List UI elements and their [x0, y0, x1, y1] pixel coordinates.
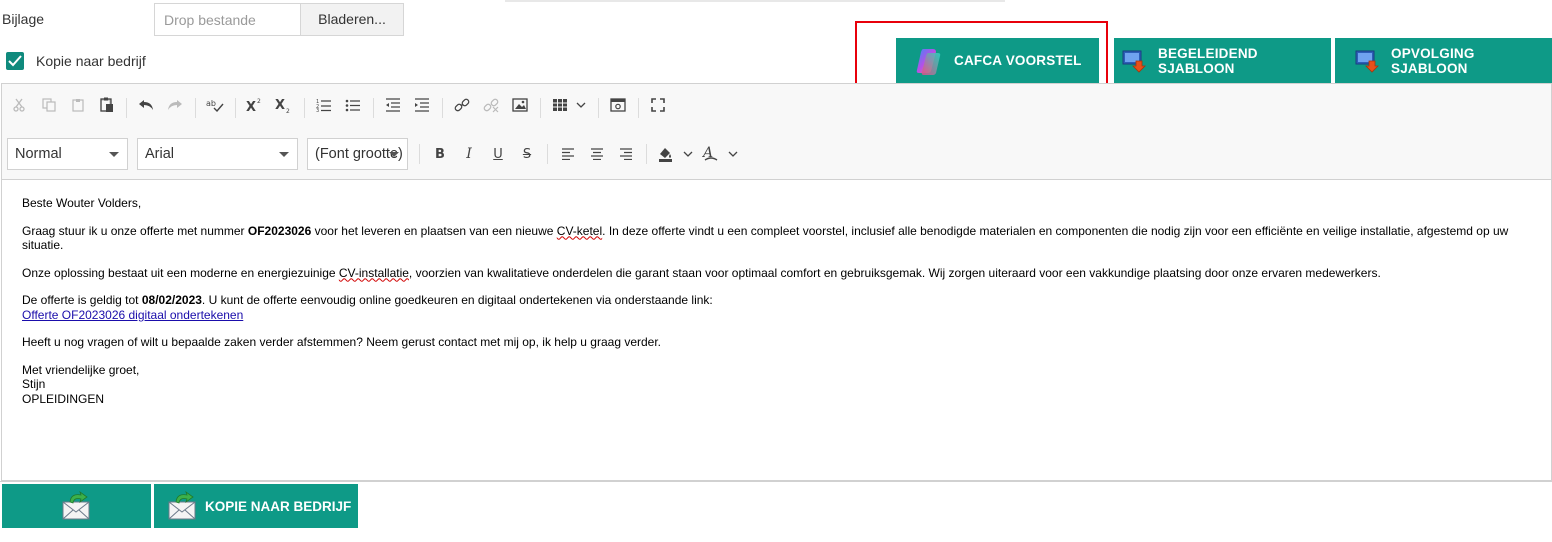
- toolbar-separator: [638, 98, 639, 118]
- editor-toolbar: ab X2 X2 123 Normal Arial (Font grootte)…: [2, 84, 1551, 180]
- chevron-down-icon: [279, 152, 289, 157]
- background-color-icon[interactable]: [655, 143, 677, 165]
- chevron-down-icon: [109, 152, 119, 157]
- align-right-icon[interactable]: [615, 143, 637, 165]
- toolbar-separator: [195, 98, 196, 118]
- subscript-icon[interactable]: X2: [273, 94, 295, 116]
- bulleted-list-icon[interactable]: [342, 94, 364, 116]
- copy-icon[interactable]: [38, 94, 60, 116]
- outdent-icon[interactable]: [382, 94, 404, 116]
- table-icon[interactable]: [549, 94, 571, 116]
- send-copy-company-button[interactable]: KOPIE NAAR BEDRIJF: [154, 484, 358, 528]
- signature: Met vriendelijke groet, Stijn OPLEIDINGEN: [22, 362, 140, 406]
- align-left-icon[interactable]: [557, 143, 579, 165]
- paste-word-icon[interactable]: [96, 94, 118, 116]
- toolbar-separator: [598, 98, 599, 118]
- chevron-down-icon: [389, 152, 399, 157]
- opvolging-sjabloon-button[interactable]: OPVOLGING SJABLOON: [1335, 38, 1552, 83]
- browse-button[interactable]: Bladeren...: [300, 3, 404, 36]
- svg-text:2: 2: [286, 108, 290, 113]
- toolbar-row-2: Normal Arial (Font grootte) B I U S A: [2, 138, 1551, 170]
- toolbar-separator: [540, 98, 541, 118]
- paragraph-validity: De offerte is geldig tot 08/02/2023. U k…: [22, 293, 713, 322]
- underline-icon[interactable]: U: [487, 143, 509, 165]
- font-family-select[interactable]: Arial: [137, 138, 298, 170]
- align-center-icon[interactable]: [586, 143, 608, 165]
- format-select[interactable]: Normal: [7, 138, 128, 170]
- svg-text:X: X: [275, 98, 285, 113]
- toolbar-separator: [304, 98, 305, 118]
- template-download-icon: [1355, 49, 1381, 73]
- chevron-down-icon[interactable]: [722, 143, 744, 165]
- toolbar-separator: [547, 144, 548, 164]
- strikethrough-icon[interactable]: S: [516, 143, 538, 165]
- send-mail-icon: [62, 491, 89, 520]
- copy-company-checkbox[interactable]: [6, 52, 24, 70]
- unlink-icon[interactable]: [480, 94, 502, 116]
- toolbar-separator: [419, 144, 420, 164]
- text-color-icon[interactable]: A: [700, 143, 722, 165]
- undo-icon[interactable]: [135, 94, 157, 116]
- paragraph-offer: Graag stuur ik u onze offerte met nummer…: [22, 223, 1509, 253]
- copy-company-label: Kopie naar bedrijf: [36, 53, 146, 69]
- paragraph-solution: Onze oplossing bestaat uit een moderne e…: [22, 265, 1381, 280]
- editor-content[interactable]: Beste Wouter Volders, Graag stuur ik u o…: [22, 196, 1532, 406]
- preview-icon[interactable]: [607, 94, 629, 116]
- divider: [505, 0, 1005, 2]
- divider: [0, 481, 1552, 482]
- paste-icon[interactable]: [67, 94, 89, 116]
- attachment-drop-zone[interactable]: Drop bestande: [154, 3, 301, 36]
- toolbar-separator: [442, 98, 443, 118]
- paragraph-questions: Heeft u nog vragen of wilt u bepaalde za…: [22, 335, 662, 349]
- checkmark-icon: [8, 55, 22, 67]
- send-copy-company-label: KOPIE NAAR BEDRIJF: [205, 498, 352, 514]
- template-download-icon: [1122, 49, 1148, 73]
- toolbar-separator: [126, 98, 127, 118]
- toolbar-row-1: ab X2 X2 123: [2, 94, 1551, 122]
- indent-icon[interactable]: [411, 94, 433, 116]
- toolbar-separator: [235, 98, 236, 118]
- link-icon[interactable]: [451, 94, 473, 116]
- svg-text:2: 2: [257, 98, 261, 105]
- font-size-select[interactable]: (Font grootte): [307, 138, 408, 170]
- cut-icon[interactable]: [8, 94, 30, 116]
- toolbar-separator: [373, 98, 374, 118]
- chevron-down-icon[interactable]: [570, 94, 592, 116]
- superscript-icon[interactable]: X2: [244, 94, 266, 116]
- opvolging-sjabloon-label: OPVOLGING SJABLOON: [1391, 45, 1475, 76]
- redo-icon[interactable]: [164, 94, 186, 116]
- send-button[interactable]: [2, 484, 151, 528]
- sign-offer-link[interactable]: Offerte OF2023026 digitaal ondertekenen: [22, 308, 243, 322]
- begeleidend-sjabloon-button[interactable]: BEGELEIDEND SJABLOON: [1114, 38, 1331, 83]
- numbered-list-icon[interactable]: 123: [313, 94, 335, 116]
- image-icon[interactable]: [509, 94, 531, 116]
- format-select-value: Normal: [15, 146, 62, 162]
- greeting: Beste Wouter Volders,: [22, 196, 142, 210]
- bold-icon[interactable]: B: [429, 143, 451, 165]
- attachment-row: Bijlage Drop bestande Bladeren...: [0, 0, 1552, 40]
- svg-text:X: X: [246, 100, 256, 113]
- italic-icon[interactable]: I: [458, 143, 480, 165]
- toolbar-separator: [646, 144, 647, 164]
- send-mail-icon: [168, 491, 196, 520]
- attachment-label: Bijlage: [2, 11, 45, 27]
- rich-text-editor: ab X2 X2 123 Normal Arial (Font grootte)…: [1, 83, 1552, 481]
- spellcheck-icon[interactable]: ab: [204, 94, 226, 116]
- fullscreen-icon[interactable]: [647, 94, 669, 116]
- font-family-value: Arial: [145, 146, 175, 162]
- begeleidend-sjabloon-label: BEGELEIDEND SJABLOON: [1158, 45, 1258, 76]
- svg-text:3: 3: [316, 108, 319, 112]
- svg-text:ab: ab: [206, 99, 216, 108]
- chevron-down-icon[interactable]: [677, 143, 699, 165]
